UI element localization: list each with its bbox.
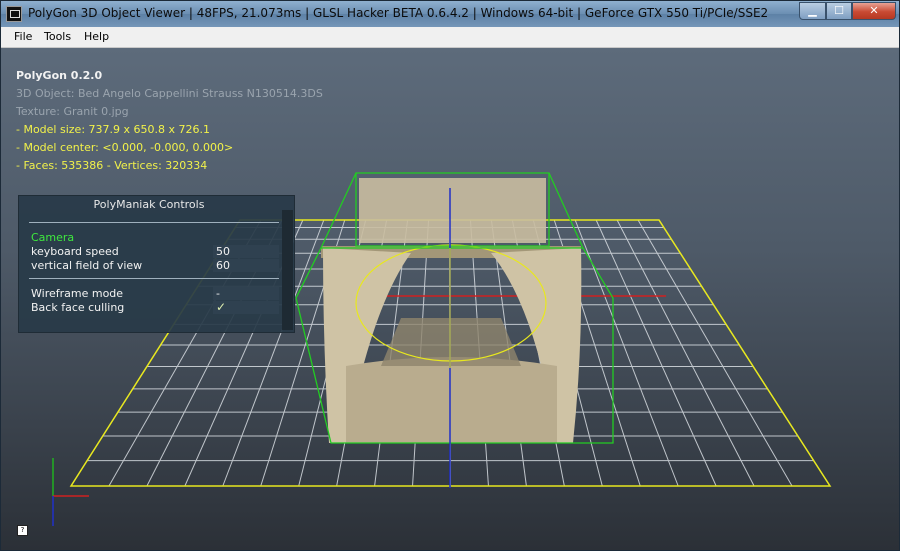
hud-model-center: - Model center: <0.000, -0.000, 0.000> xyxy=(16,141,234,154)
camera-section-label: Camera xyxy=(31,231,75,244)
maximize-button[interactable]: ☐ xyxy=(826,2,852,20)
fov-field[interactable]: 60 xyxy=(213,259,279,272)
close-button[interactable]: ✕ xyxy=(852,2,896,20)
bed-canopy-back xyxy=(359,178,546,243)
app-icon[interactable] xyxy=(6,6,22,22)
hud-object-name: 3D Object: Bed Angelo Cappellini Strauss… xyxy=(16,87,323,100)
window-title: PolyGon 3D Object Viewer | 48FPS, 21.073… xyxy=(28,6,769,20)
help-icon[interactable]: ? xyxy=(17,525,28,536)
polymaniak-controls-panel: PolyManiak Controls Camera keyboard spee… xyxy=(18,195,295,333)
keyboard-speed-field[interactable]: 50 xyxy=(213,245,279,258)
hud-texture-name: Texture: Granit 0.jpg xyxy=(16,105,129,118)
hud-model-size: - Model size: 737.9 x 650.8 x 726.1 xyxy=(16,123,210,136)
panel-title: PolyManiak Controls xyxy=(93,198,205,211)
backface-culling-label: Back face culling xyxy=(31,301,125,314)
hud-app-name: PolyGon 0.2.0 xyxy=(16,69,103,82)
hud-faces-vertices: - Faces: 535386 - Vertices: 320334 xyxy=(16,159,208,172)
title-bar[interactable]: PolyGon 3D Object Viewer | 48FPS, 21.073… xyxy=(1,1,899,27)
panel-divider-2 xyxy=(29,278,279,279)
menu-bar: File Tools Help xyxy=(1,27,899,48)
minimize-button[interactable]: ▁ xyxy=(799,2,826,20)
panel-divider xyxy=(29,222,279,223)
bed-footboard xyxy=(346,357,557,443)
bed-mattress xyxy=(381,318,521,366)
3d-viewport[interactable]: PolyGon 0.2.0 3D Object: Bed Angelo Capp… xyxy=(1,48,899,550)
keyboard-speed-label: keyboard speed xyxy=(31,245,119,258)
wireframe-toggle[interactable]: - xyxy=(213,287,279,300)
menu-help[interactable]: Help xyxy=(84,30,109,43)
wireframe-label: Wireframe mode xyxy=(31,287,124,300)
backface-culling-checkbox[interactable]: ✓ xyxy=(213,301,279,314)
menu-file[interactable]: File xyxy=(14,30,32,43)
fov-label: vertical field of view xyxy=(31,259,143,272)
menu-tools[interactable]: Tools xyxy=(44,30,71,43)
app-window: PolyGon 3D Object Viewer | 48FPS, 21.073… xyxy=(0,0,900,551)
panel-scrollbar[interactable] xyxy=(282,210,293,330)
axis-gizmo xyxy=(52,458,89,526)
